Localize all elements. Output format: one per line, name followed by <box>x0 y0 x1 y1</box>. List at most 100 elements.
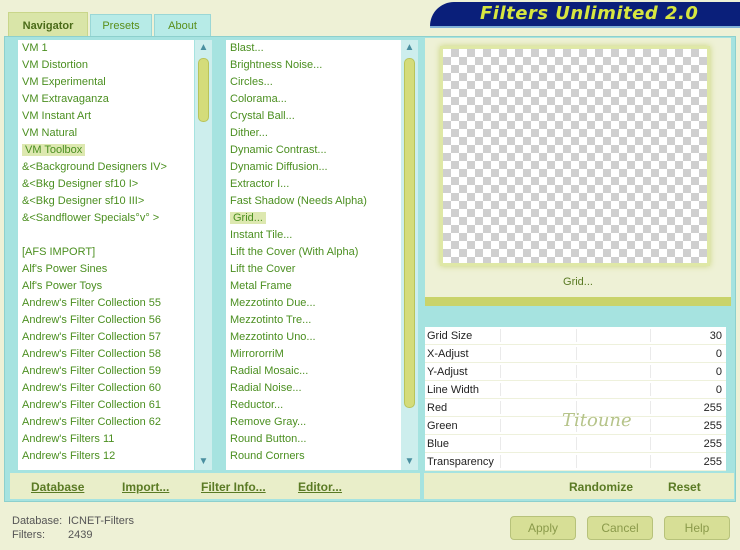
category-item[interactable]: Andrew's Filters 12 <box>18 448 194 465</box>
filter-list[interactable]: Blast... Brightness Noise... Circles... Col… <box>226 40 401 470</box>
category-item[interactable]: &<Sandflower Specials°v° > <box>18 210 194 227</box>
slider-tick <box>500 347 501 360</box>
filter-item[interactable]: Instant Tile... <box>226 227 401 244</box>
scroll-down-icon[interactable]: ▼ <box>401 454 418 470</box>
filter-item[interactable]: Grid... <box>226 210 401 227</box>
database-label: Database: <box>12 515 63 527</box>
category-item-label: Alf's Power Sines <box>22 263 108 275</box>
scroll-thumb[interactable] <box>404 58 415 408</box>
filter-item[interactable]: Circles... <box>226 74 401 91</box>
category-item[interactable]: Andrew's Filter Collection 58 <box>18 346 194 363</box>
filter-item[interactable]: Lift the Cover <box>226 261 401 278</box>
category-item[interactable]: &<Bkg Designer sf10 I> <box>18 176 194 193</box>
filter-scrollbar[interactable]: ▲ ▼ <box>401 40 418 470</box>
category-item-label: [AFS IMPORT] <box>22 246 96 258</box>
category-item[interactable]: &<Background Designers IV> <box>18 159 194 176</box>
category-item[interactable]: Andrew's Filters 11 <box>18 431 194 448</box>
parameter-row[interactable]: Transparency 255 <box>425 453 726 471</box>
filter-item[interactable]: Remove Gray... <box>226 414 401 431</box>
apply-button[interactable]: Apply <box>510 516 576 540</box>
category-item[interactable]: VM Toolbox <box>18 142 194 159</box>
category-item[interactable]: VM Extravaganza <box>18 91 194 108</box>
category-scrollbar[interactable]: ▲ ▼ <box>195 40 212 470</box>
filter-item[interactable]: Round Button... <box>226 431 401 448</box>
filter-item[interactable]: Mezzotinto Due... <box>226 295 401 312</box>
filter-item[interactable]: Brightness Noise... <box>226 57 401 74</box>
filter-item[interactable]: Metal Frame <box>226 278 401 295</box>
filter-item[interactable]: Blast... <box>226 40 401 57</box>
filter-item[interactable]: Mezzotinto Uno... <box>226 329 401 346</box>
help-button[interactable]: Help <box>664 516 730 540</box>
scroll-up-icon[interactable]: ▲ <box>401 40 418 56</box>
parameter-row[interactable]: Y-Adjust 0 <box>425 363 726 381</box>
import-button[interactable]: Import... <box>122 480 169 494</box>
category-item[interactable]: Andrew's Filter Collection 60 <box>18 380 194 397</box>
title-banner: Filters Unlimited 2.0 <box>430 2 740 28</box>
category-item[interactable]: VM Distortion <box>18 57 194 74</box>
category-item[interactable]: VM 1 <box>18 40 194 57</box>
slider-tick <box>500 401 501 414</box>
filter-item-label: Metal Frame <box>230 280 292 292</box>
filter-item[interactable]: Colorama... <box>226 91 401 108</box>
scroll-down-icon[interactable]: ▼ <box>195 454 212 470</box>
filter-item[interactable]: Dither... <box>226 125 401 142</box>
category-item[interactable]: Andrew's Filter Collection 62 <box>18 414 194 431</box>
filter-item-label: MirrororriM <box>230 348 284 360</box>
editor-button[interactable]: Editor... <box>298 480 342 494</box>
category-item-label: Andrew's Filter Collection 58 <box>22 348 162 360</box>
category-item[interactable]: Andrew's Filter Collection 56 <box>18 312 194 329</box>
randomize-button[interactable]: Randomize <box>569 480 633 494</box>
slider-tick <box>650 401 651 414</box>
category-item[interactable]: VM Natural <box>18 125 194 142</box>
parameter-label: Line Width <box>427 384 479 396</box>
filter-item-label: Fast Shadow (Needs Alpha) <box>230 195 367 207</box>
cancel-button[interactable]: Cancel <box>587 516 653 540</box>
filter-item[interactable]: Extractor I... <box>226 176 401 193</box>
reset-button[interactable]: Reset <box>668 480 701 494</box>
category-item-label: Andrew's Filter Collection 56 <box>22 314 162 326</box>
filter-item[interactable]: Fast Shadow (Needs Alpha) <box>226 193 401 210</box>
database-button[interactable]: Database <box>31 480 84 494</box>
filter-item[interactable]: Reductor... <box>226 397 401 414</box>
filter-info-button[interactable]: Filter Info... <box>201 480 266 494</box>
category-item-label: &<Bkg Designer sf10 I> <box>22 178 139 190</box>
parameter-label: Y-Adjust <box>427 366 468 378</box>
category-item[interactable]: Andrew's Filter Collection 57 <box>18 329 194 346</box>
category-item[interactable]: Andrew's Filter Collection 59 <box>18 363 194 380</box>
filter-item[interactable]: MirrororriM <box>226 346 401 363</box>
filter-item[interactable]: Lift the Cover (With Alpha) <box>226 244 401 261</box>
category-item-label: Alf's Power Toys <box>22 280 103 292</box>
category-item[interactable]: Andrew's Filter Collection 55 <box>18 295 194 312</box>
tab-about[interactable]: About <box>154 14 211 36</box>
filter-item[interactable]: Radial Noise... <box>226 380 401 397</box>
category-item[interactable]: &<Bkg Designer sf10 III> <box>18 193 194 210</box>
filter-item[interactable]: Crystal Ball... <box>226 108 401 125</box>
filters-unlimited-window: { "tabs": [{"label": "Navigator"}, {"lab… <box>0 0 740 550</box>
category-item[interactable]: Alf's Power Sines <box>18 261 194 278</box>
category-item[interactable]: Andrew's Filter Collection 61 <box>18 397 194 414</box>
category-item[interactable]: VM Experimental <box>18 74 194 91</box>
parameter-row[interactable]: X-Adjust 0 <box>425 345 726 363</box>
category-item[interactable]: [AFS IMPORT] <box>18 244 194 261</box>
filter-item[interactable]: Mezzotinto Tre... <box>226 312 401 329</box>
scroll-up-icon[interactable]: ▲ <box>195 40 212 56</box>
filter-item[interactable]: Dynamic Contrast... <box>226 142 401 159</box>
filter-item-label: Dynamic Diffusion... <box>230 161 328 173</box>
scroll-thumb[interactable] <box>198 58 209 122</box>
tab-presets[interactable]: Presets <box>90 14 152 36</box>
category-item[interactable]: Alf's Power Toys <box>18 278 194 295</box>
parameter-row[interactable]: Blue 255 <box>425 435 726 453</box>
category-item[interactable]: VM Instant Art <box>18 108 194 125</box>
parameter-label: Blue <box>427 438 450 450</box>
category-list[interactable]: VM 1 VM Distortion VM Experimental VM Extra… <box>18 40 194 470</box>
parameter-row[interactable]: Grid Size 30 <box>425 327 726 345</box>
filter-item[interactable]: Dynamic Diffusion... <box>226 159 401 176</box>
tab-navigator[interactable]: Navigator <box>8 12 88 38</box>
slider-tick <box>576 329 577 342</box>
parameter-row[interactable]: Line Width 0 <box>425 381 726 399</box>
category-item-label: VM Instant Art <box>22 110 92 122</box>
filter-item[interactable]: Round Corners <box>226 448 401 465</box>
filter-item[interactable]: Radial Mosaic... <box>226 363 401 380</box>
filter-item-label: Crystal Ball... <box>230 110 295 122</box>
filter-item-label: Extractor I... <box>230 178 290 190</box>
